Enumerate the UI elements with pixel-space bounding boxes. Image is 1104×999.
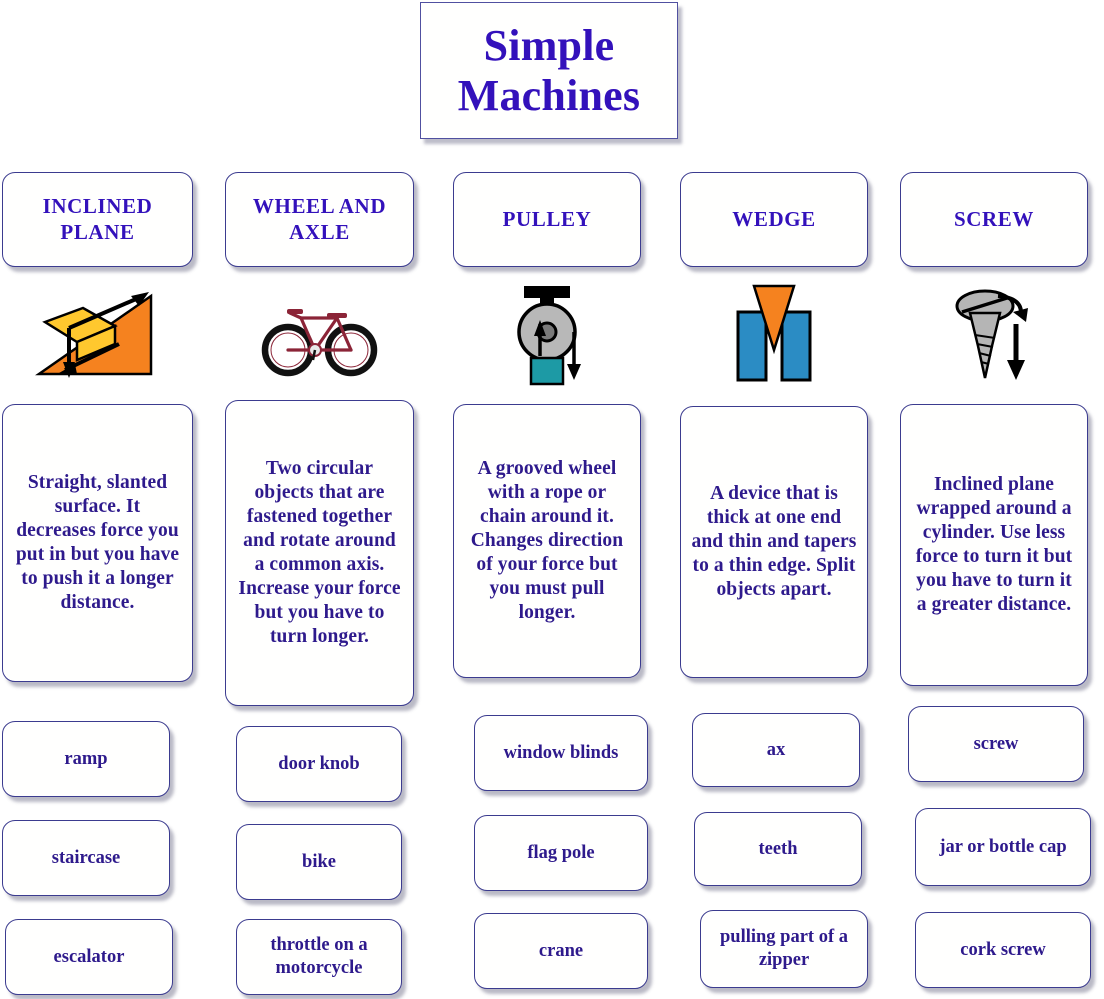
description-text: A device that is thick at one end and th… bbox=[691, 483, 857, 600]
description-text: Two circular objects that are fastened t… bbox=[238, 458, 401, 647]
example-label: ramp bbox=[64, 748, 108, 769]
inclined-plane-illustration bbox=[2, 278, 193, 390]
example-label: throttle on a motorcycle bbox=[270, 935, 368, 978]
example-box[interactable]: flag pole bbox=[474, 815, 648, 891]
page-title: Simple Machines bbox=[420, 2, 678, 139]
example-box[interactable]: bike bbox=[236, 824, 402, 900]
screw-icon bbox=[955, 289, 1028, 380]
example-label: staircase bbox=[51, 847, 121, 868]
example-label: flag pole bbox=[527, 842, 595, 863]
pulley-icon bbox=[516, 286, 581, 386]
pulley-illustration bbox=[453, 278, 641, 390]
example-label: teeth bbox=[758, 838, 798, 859]
simple-machines-diagram: Simple Machines INCLINED PLANE WHEEL AND… bbox=[0, 0, 1104, 999]
example-box[interactable]: pulling part of a zipper bbox=[700, 910, 868, 988]
example-label: door knob bbox=[278, 753, 360, 774]
example-box[interactable]: ramp bbox=[2, 721, 170, 797]
example-box[interactable]: jar or bottle cap bbox=[915, 808, 1091, 886]
example-label: screw bbox=[973, 733, 1019, 754]
inclined-plane-icon bbox=[34, 291, 152, 378]
description-text: Inclined plane wrapped around a cylinder… bbox=[915, 474, 1073, 615]
category-heading-wedge[interactable]: WEDGE bbox=[680, 172, 868, 267]
example-box[interactable]: screw bbox=[908, 706, 1084, 782]
screw-illustration bbox=[900, 278, 1088, 390]
example-label: cork screw bbox=[960, 939, 1046, 960]
heading-line: PULLEY bbox=[502, 206, 592, 231]
example-box[interactable]: window blinds bbox=[474, 715, 648, 791]
example-label: crane bbox=[538, 940, 584, 961]
description-wheel-and-axle: Two circular objects that are fastened t… bbox=[225, 400, 414, 706]
category-heading-inclined-plane[interactable]: INCLINED PLANE bbox=[2, 172, 193, 267]
description-text: Straight, slanted surface. It decreases … bbox=[15, 472, 180, 613]
bicycle-icon bbox=[261, 308, 378, 376]
example-box[interactable]: escalator bbox=[5, 919, 173, 995]
description-text: A grooved wheel with a rope or chain aro… bbox=[470, 458, 624, 623]
example-box[interactable]: crane bbox=[474, 913, 648, 989]
heading-line: PLANE bbox=[60, 219, 135, 244]
page-title-line-2: Machines bbox=[457, 70, 641, 120]
category-heading-pulley[interactable]: PULLEY bbox=[453, 172, 641, 267]
heading-line: SCREW bbox=[953, 206, 1035, 231]
heading-line: WHEEL AND bbox=[252, 193, 387, 218]
wheel-and-axle-illustration bbox=[225, 278, 414, 390]
example-box[interactable]: staircase bbox=[2, 820, 170, 896]
example-label: jar or bottle cap bbox=[939, 836, 1067, 857]
category-heading-screw[interactable]: SCREW bbox=[900, 172, 1088, 267]
description-wedge: A device that is thick at one end and th… bbox=[680, 406, 868, 678]
heading-line: INCLINED bbox=[42, 193, 153, 218]
heading-line: AXLE bbox=[289, 219, 350, 244]
example-box[interactable]: teeth bbox=[694, 812, 862, 886]
example-label: ax bbox=[766, 739, 786, 760]
wedge-icon bbox=[736, 284, 812, 382]
example-box[interactable]: throttle on a motorcycle bbox=[236, 919, 402, 995]
example-box[interactable]: ax bbox=[692, 713, 860, 787]
example-label: window blinds bbox=[503, 742, 619, 763]
example-box[interactable]: cork screw bbox=[915, 912, 1091, 988]
description-pulley: A grooved wheel with a rope or chain aro… bbox=[453, 404, 641, 678]
category-heading-wheel-and-axle[interactable]: WHEEL AND AXLE bbox=[225, 172, 414, 267]
wedge-illustration bbox=[680, 278, 868, 390]
example-box[interactable]: door knob bbox=[236, 726, 402, 802]
description-screw: Inclined plane wrapped around a cylinder… bbox=[900, 404, 1088, 686]
example-label: bike bbox=[302, 851, 336, 872]
heading-line: WEDGE bbox=[732, 206, 816, 231]
example-label: escalator bbox=[53, 946, 125, 967]
description-inclined-plane: Straight, slanted surface. It decreases … bbox=[2, 404, 193, 682]
page-title-line-1: Simple bbox=[483, 21, 615, 71]
example-label: pulling part of a zipper bbox=[720, 927, 848, 970]
